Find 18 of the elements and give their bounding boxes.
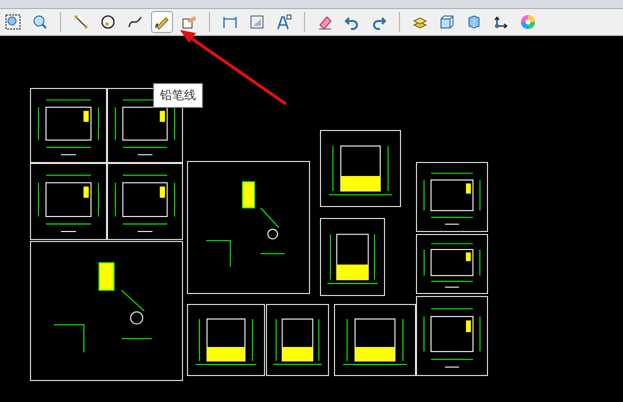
box-3d-icon <box>439 14 455 30</box>
zoom-window-icon <box>5 14 21 30</box>
axis-icon <box>493 14 509 30</box>
spline-icon <box>127 14 143 30</box>
view-3d-icon <box>466 14 482 30</box>
text-style-icon <box>276 14 292 30</box>
tooltip: 铅笔线 <box>153 83 203 108</box>
eraser-icon <box>317 14 333 30</box>
line-icon <box>73 14 89 30</box>
drawing-sheet <box>416 162 488 232</box>
color-wheel-icon <box>520 14 536 30</box>
circle-icon <box>100 14 116 30</box>
drawing-sheet <box>416 234 488 294</box>
drawing-sheet <box>266 304 329 376</box>
dimension-icon <box>222 14 238 30</box>
zoom-previous-icon <box>32 14 48 30</box>
pencil-tool-button[interactable] <box>151 11 173 33</box>
sheet-icon <box>249 14 265 30</box>
